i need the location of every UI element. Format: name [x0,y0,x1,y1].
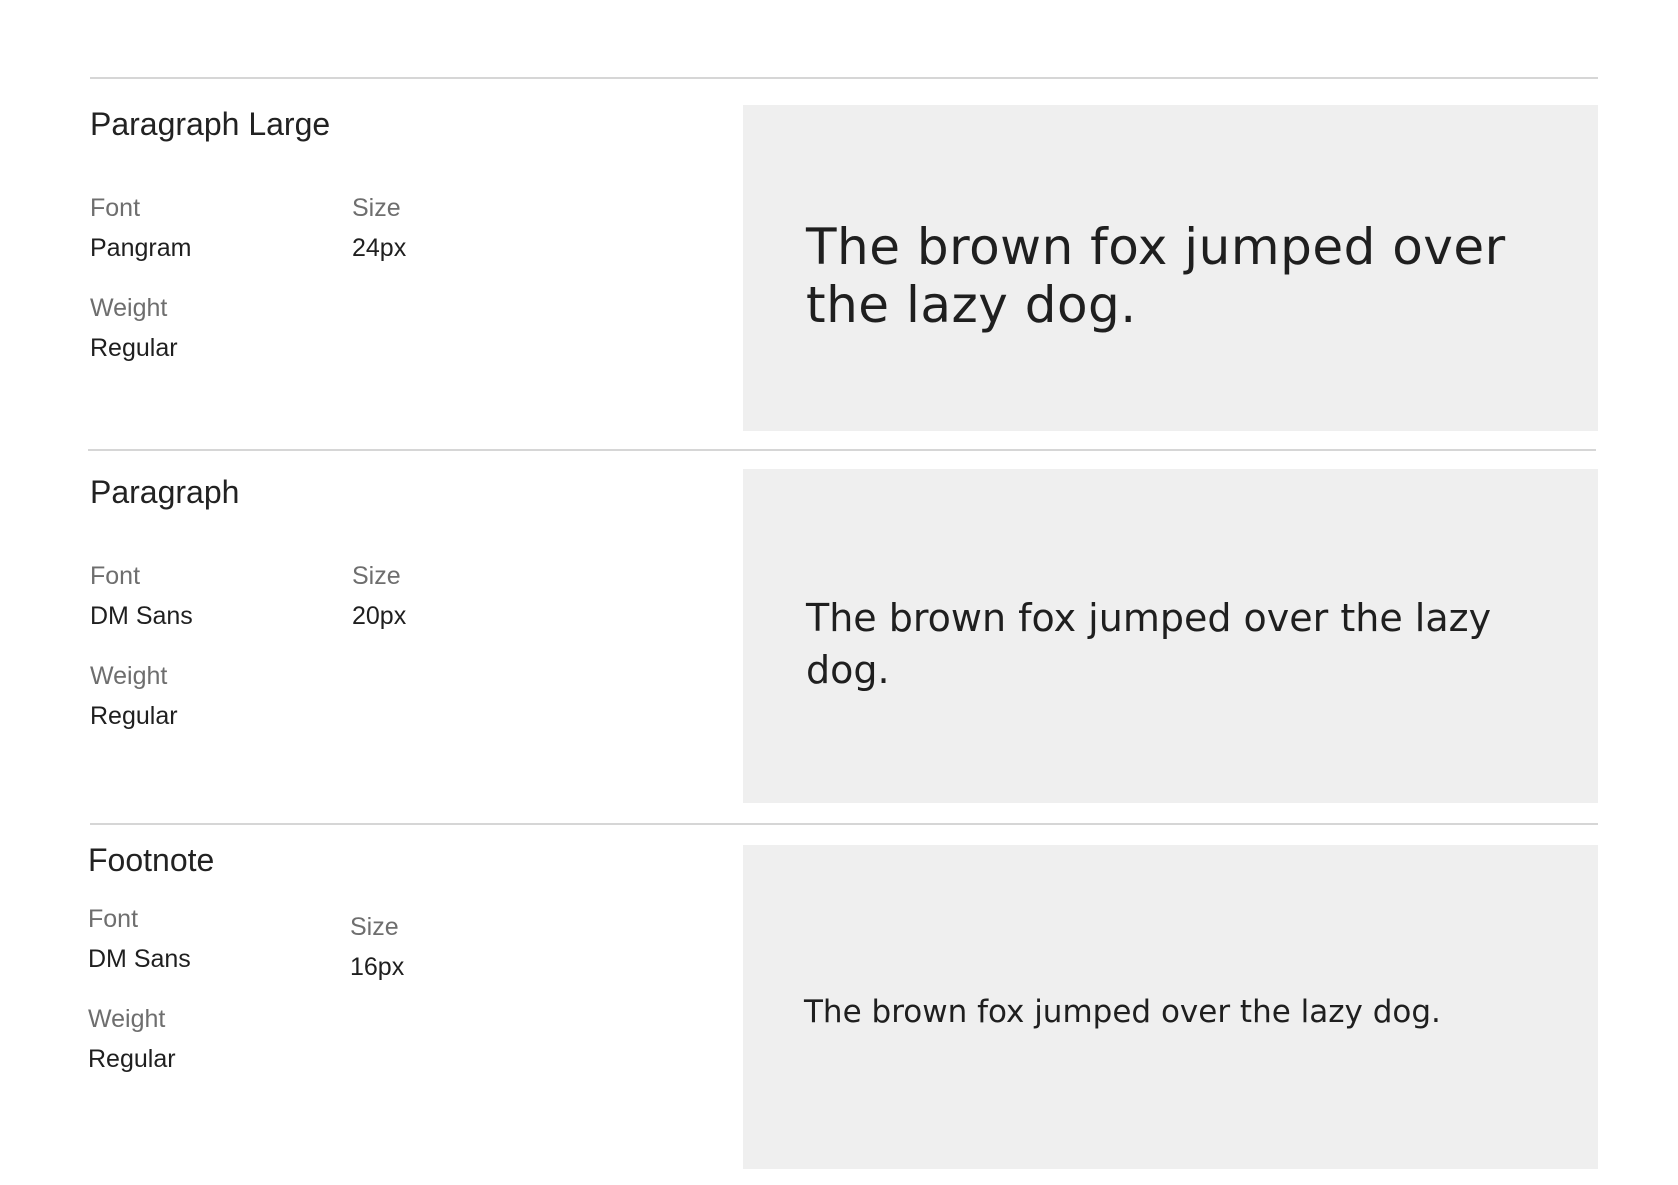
font-value: DM Sans [88,945,191,973]
font-label: Font [88,905,139,933]
style-name: Paragraph Large [90,106,331,142]
sample-preview-box: The brown fox jumped over the lazy dog. [743,845,1598,1169]
sample-text: The brown fox jumped over the lazy dog. [806,596,1492,692]
sample-text: The brown fox jumped over the lazy dog. [804,994,1441,1030]
font-label: Font [90,194,141,222]
weight-label: Weight [88,1005,166,1033]
size-label: Size [352,562,401,590]
sample-preview-box: The brown fox jumped over the lazy dog. [743,469,1598,803]
size-value: 20px [352,602,407,630]
size-label: Size [350,913,399,941]
sample-preview-box: The brown fox jumped over the lazy dog. [743,105,1598,431]
section-divider [90,823,1598,825]
style-name: Paragraph [90,474,240,510]
size-value: 16px [350,953,405,981]
font-label: Font [90,562,141,590]
section-divider [90,77,1598,79]
font-value: DM Sans [90,602,193,630]
weight-value: Regular [88,1045,176,1073]
style-name: Footnote [88,842,215,878]
weight-label: Weight [90,294,168,322]
font-value: Pangram [90,234,192,262]
sample-text: The brown fox jumped over the lazy dog. [806,218,1506,334]
weight-label: Weight [90,662,168,690]
weight-value: Regular [90,334,178,362]
weight-value: Regular [90,702,178,730]
section-divider [88,449,1596,451]
size-value: 24px [352,234,407,262]
size-label: Size [352,194,401,222]
